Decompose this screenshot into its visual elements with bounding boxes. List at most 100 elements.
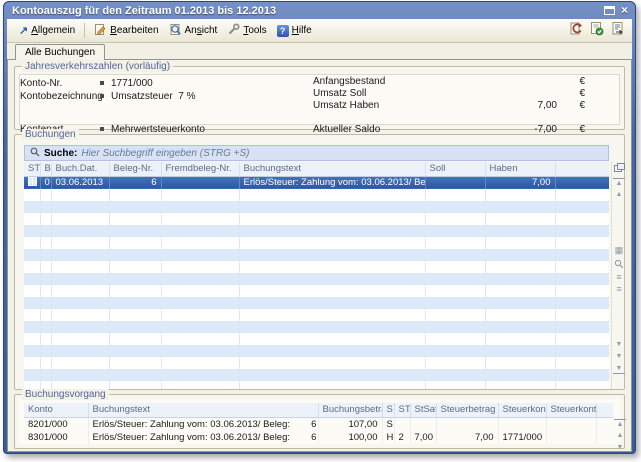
col-steuerbetrag[interactable]: Steuerbetrag [436, 403, 498, 417]
scroll-up-icon[interactable]: ▲ [613, 190, 625, 199]
document-export-icon[interactable] [610, 21, 625, 41]
scroll-up-icon[interactable]: ▲ [614, 431, 626, 440]
cell-stsatz [410, 417, 436, 430]
cell-buchungstext: Erlös/Steuer: Zahlung vom: 03.06.2013/ B… [88, 431, 318, 444]
menu-hilfe[interactable]: ? Hilfe [272, 23, 317, 39]
menu-toolbar: ↗ Allgemein Bearbeiten Ansicht Tools ? H… [7, 19, 632, 43]
edit-page-icon [94, 23, 107, 39]
group-buchungsvorgang: Buchungsvorgang Konto Buchungstext Buchu… [14, 394, 625, 449]
list-view-icon[interactable]: ≡ [613, 273, 625, 282]
col-soll[interactable]: Soll [425, 162, 485, 176]
menu-tools-label: Tools [243, 25, 266, 36]
col-b[interactable]: B [40, 162, 51, 176]
kontobezeichnung-label: Kontobezeichnung [20, 91, 103, 102]
cell-konto: 8301/000 [24, 431, 88, 444]
menu-bearbeiten[interactable]: Bearbeiten [89, 21, 163, 41]
menu-hilfe-label: Hilfe [292, 25, 312, 36]
col-konto[interactable]: Konto [24, 403, 88, 417]
booking-row-selected[interactable]: 0 03.06.2013 6 Erlös/Steuer: Zahlung vom… [24, 176, 609, 189]
toolbar-separator [84, 23, 85, 38]
group-label: Buchungen [22, 129, 79, 140]
cell-beleg-nr: 6 [109, 176, 161, 189]
cell-steuerkonto1 [498, 417, 546, 430]
col-st[interactable]: ST [394, 403, 410, 417]
col-buchungsbetrag[interactable]: Buchungsbetrag [318, 403, 382, 417]
field-bullet-icon [100, 94, 104, 98]
detail-view-icon[interactable]: ≡ [613, 285, 625, 294]
scroll-down2-icon[interactable]: ▼ [613, 352, 625, 361]
col-st[interactable]: ST [24, 162, 40, 176]
menu-tools[interactable]: Tools [222, 21, 271, 41]
cell-steuerbetrag [436, 417, 498, 430]
col-trailing [555, 162, 609, 176]
tab-alle-buchungen[interactable]: Alle Buchungen [15, 44, 105, 60]
document-check-icon[interactable] [589, 21, 604, 41]
col-s[interactable]: S [382, 403, 394, 417]
transaction-row[interactable]: 8201/000 Erlös/Steuer: Zahlung vom: 03.0… [24, 417, 613, 430]
cell-trailing [596, 417, 613, 430]
currency-symbol: € [579, 88, 585, 99]
titlebar[interactable]: Kontoauszug für den Zeitraum 01.2013 bis… [4, 2, 635, 19]
bookings-table: ST B Buch.Dat. Beleg-Nr. Fremdbeleg-Nr. … [24, 162, 609, 189]
tab-strip: Alle Buchungen [7, 43, 632, 59]
menu-allgemein[interactable]: ↗ Allgemein [14, 23, 80, 38]
cell-soll [425, 176, 485, 189]
cell-stsatz: 7,00 [410, 431, 436, 444]
magnifier-page-icon [169, 23, 182, 39]
konto-nr-value: 1771/000 [100, 78, 153, 89]
transaction-table: Konto Buchungstext Buchungsbetrag S ST S… [24, 403, 613, 444]
umsatz-haben-label: Umsatz Haben [313, 100, 379, 111]
scroll-down-icon[interactable]: ▼ [614, 443, 626, 452]
field-bullet-icon [100, 81, 104, 85]
menu-ansicht-label: Ansicht [185, 25, 218, 36]
empty-rows-area[interactable] [24, 189, 609, 389]
bookings-header-row: ST B Buch.Dat. Beleg-Nr. Fremdbeleg-Nr. … [24, 162, 609, 176]
cell-buchungstext: Erlös/Steuer: Zahlung vom: 03.06.2013/ B… [239, 176, 425, 189]
cell-trailing [555, 176, 609, 189]
scroll-down-icon[interactable]: ▼ [613, 340, 625, 349]
currency-symbol: € [579, 76, 585, 87]
cell-st [394, 417, 410, 430]
col-buchungstext[interactable]: Buchungstext [88, 403, 318, 417]
col-fremdbeleg-nr[interactable]: Fremdbeleg-Nr. [161, 162, 239, 176]
umsatz-soll-label: Umsatz Soll [313, 88, 366, 99]
column-chooser-icon[interactable] [613, 163, 625, 176]
content-panel: Jahresverkehrszahlen (vorläufig) Konto-N… [7, 59, 632, 452]
exit-icon[interactable] [568, 21, 583, 41]
cell-s: H [382, 431, 394, 444]
client-area: ↗ Allgemein Bearbeiten Ansicht Tools ? H… [7, 19, 632, 450]
group-jahresverkehrszahlen: Jahresverkehrszahlen (vorläufig) Konto-N… [14, 66, 625, 130]
cell-fremdbeleg-nr [161, 176, 239, 189]
zoom-row-icon[interactable] [613, 259, 625, 272]
window-title: Kontoauszug für den Zeitraum 01.2013 bis… [12, 5, 276, 17]
col-buch-dat[interactable]: Buch.Dat. [51, 162, 109, 176]
go-last-row-icon[interactable]: ▼ [613, 364, 625, 374]
summary-fields: Konto-Nr. 1771/000 Kontobezeichnung Umsa… [19, 74, 620, 125]
group-label: Jahresverkehrszahlen (vorläufig) [22, 61, 173, 72]
cell-s: S [382, 417, 394, 430]
col-buchungstext[interactable]: Buchungstext [239, 162, 425, 176]
wrench-icon [227, 23, 240, 39]
search-bar[interactable]: Suche: Hier Suchbegriff eingeben (STRG +… [24, 145, 609, 161]
cell-b: 0 [40, 176, 51, 189]
cell-haben: 7,00 [485, 176, 555, 189]
col-steuerkonto2[interactable]: Steuerkonto 2 [546, 403, 596, 417]
close-button[interactable]: × [621, 5, 628, 16]
cell-steuerkonto1: 1771/000 [498, 431, 546, 444]
col-trailing [596, 403, 613, 417]
menu-ansicht[interactable]: Ansicht [164, 21, 223, 41]
field-bullet-icon [100, 127, 104, 131]
menu-bearbeiten-label: Bearbeiten [110, 25, 158, 36]
col-steuerkonto1[interactable]: Steuerkonto 1 [498, 403, 546, 417]
restore-button[interactable] [604, 6, 615, 15]
transaction-row[interactable]: 8301/000 Erlös/Steuer: Zahlung vom: 03.0… [24, 431, 613, 444]
col-stsatz[interactable]: StSatz [410, 403, 436, 417]
group-label: Buchungsvorgang [22, 389, 109, 400]
grid-view-icon[interactable]: ▦ [613, 246, 625, 255]
col-haben[interactable]: Haben [485, 162, 555, 176]
go-first-row-icon[interactable]: ▲ [613, 178, 625, 188]
row-type-icon-cell [24, 176, 40, 189]
go-first-row-icon[interactable]: ▲ [614, 419, 626, 429]
search-icon [30, 147, 40, 160]
col-beleg-nr[interactable]: Beleg-Nr. [109, 162, 161, 176]
